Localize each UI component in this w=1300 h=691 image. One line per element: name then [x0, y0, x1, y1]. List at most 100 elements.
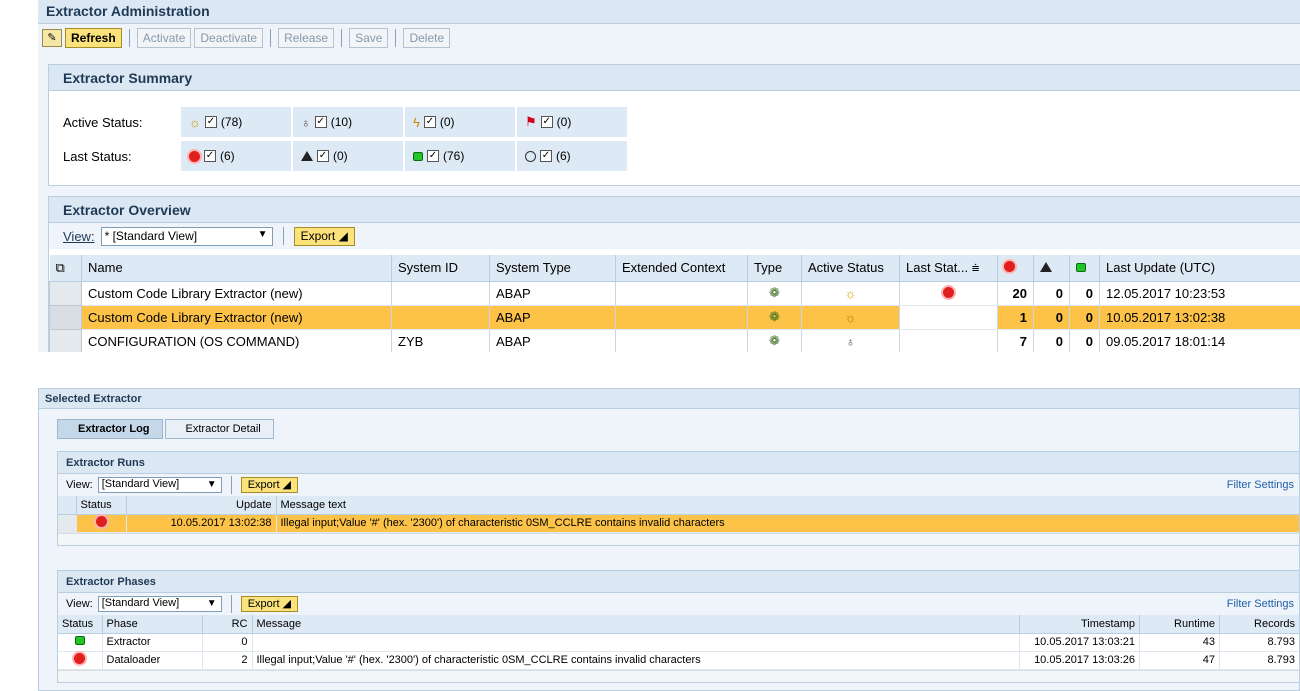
column-header[interactable]: Status	[58, 615, 103, 634]
column-header[interactable]: Active Status	[801, 255, 900, 282]
active-on-filter[interactable]: ☼ ✓ (78)	[181, 107, 293, 137]
cell-timestamp: 10.05.2017 13:03:26	[1019, 651, 1140, 670]
view-label[interactable]: View:	[63, 229, 95, 244]
table-row-selected[interactable]: 10.05.2017 13:02:38 Illegal input;Value …	[58, 514, 1299, 533]
column-header[interactable]: Records	[1219, 615, 1299, 634]
cell-last-status	[899, 281, 998, 306]
active-flag-filter[interactable]: ⚑ ✓ (0)	[517, 107, 629, 137]
table-settings-icon[interactable]: ⧉	[49, 255, 82, 282]
extractor-runs: Extractor Runs View: [Standard View] ▼ E…	[57, 451, 1299, 546]
view-select[interactable]: * [Standard View] ▼	[100, 226, 273, 246]
column-header[interactable]: Name	[81, 255, 392, 282]
table-row[interactable]: Custom Code Library Extractor (new) ABAP…	[49, 280, 1300, 306]
column-header[interactable]: System ID	[391, 255, 490, 282]
export-button[interactable]: Export ◢	[293, 226, 355, 246]
filter-settings-link[interactable]: Filter Settings	[1227, 598, 1294, 610]
checkbox[interactable]: ✓	[314, 116, 327, 128]
cell-yellow-count: 0	[1033, 329, 1070, 352]
column-header[interactable]: Message	[252, 615, 1020, 634]
cell-name: Custom Code Library Extractor (new)	[81, 281, 392, 306]
checkbox[interactable]: ✓	[427, 150, 439, 162]
active-off-filter[interactable]: ♁ ✓ (10)	[293, 107, 405, 137]
cell-system-id	[391, 281, 490, 306]
column-header[interactable]: Type	[747, 255, 802, 282]
cell-green-count: 0	[1069, 305, 1100, 330]
tab-extractor-detail[interactable]: Extractor Detail	[164, 419, 274, 439]
empty-status-icon	[525, 150, 536, 162]
row-selector[interactable]	[49, 304, 82, 330]
lightbulb-off-icon: ♁	[301, 114, 311, 130]
active-lightning-filter[interactable]: ϟ ✓ (0)	[405, 107, 517, 137]
table-row[interactable]: CONFIGURATION (OS COMMAND) ZYB ABAP ❁ ♁ …	[49, 328, 1300, 352]
checkbox[interactable]: ✓	[540, 116, 553, 128]
last-empty-filter[interactable]: ✓ (6)	[517, 141, 629, 171]
tab-extractor-log[interactable]: Extractor Log	[57, 419, 163, 439]
column-header[interactable]: Timestamp	[1019, 615, 1140, 634]
column-header[interactable]: Status	[76, 496, 127, 515]
red-status-icon	[74, 653, 86, 664]
column-header-yellow[interactable]	[1033, 255, 1070, 282]
toolbar-separator	[341, 29, 343, 47]
row-selector[interactable]	[58, 514, 77, 533]
row-selector[interactable]	[49, 328, 82, 352]
runs-table: Status Update Message text 10.05.2017 13…	[58, 496, 1299, 533]
view-value: [Standard View]	[101, 597, 180, 609]
last-yellow-filter[interactable]: ✓ (0)	[293, 141, 405, 171]
export-button[interactable]: Export ◢	[240, 596, 299, 612]
cell-phase: Dataloader	[102, 651, 203, 670]
row-selector-header[interactable]	[58, 496, 77, 515]
toolbar-separator	[282, 227, 284, 245]
horizontal-scrollbar[interactable]	[58, 669, 1299, 682]
table-row[interactable]: Dataloader 2 Illegal input;Value '#' (he…	[58, 651, 1299, 670]
last-red-filter[interactable]: ✓ (6)	[181, 141, 293, 171]
activate-button[interactable]: Activate	[136, 28, 192, 48]
delete-button[interactable]: Delete	[403, 28, 451, 48]
column-header[interactable]: System Type	[489, 255, 616, 282]
column-header[interactable]: Extended Context	[615, 255, 748, 282]
count: (10)	[330, 115, 353, 129]
column-header[interactable]: Last Stat... ⩧	[899, 255, 998, 282]
last-green-filter[interactable]: ✓ (76)	[405, 141, 517, 171]
checkbox[interactable]: ✓	[317, 150, 329, 162]
red-status-icon	[189, 150, 200, 162]
phases-title: Extractor Phases	[58, 571, 1299, 593]
column-header[interactable]: RC	[202, 615, 253, 634]
deactivate-button[interactable]: Deactivate	[194, 28, 264, 48]
cell-runtime: 47	[1139, 651, 1220, 670]
view-select[interactable]: [Standard View] ▼	[97, 596, 222, 612]
row-selector[interactable]	[49, 280, 82, 306]
column-header-red[interactable]	[997, 255, 1034, 282]
filter-settings-link[interactable]: Filter Settings	[1227, 479, 1294, 491]
table-row[interactable]: Extractor 0 10.05.2017 13:03:21 43 8.793	[58, 633, 1299, 652]
table-row-selected[interactable]: Custom Code Library Extractor (new) ABAP…	[49, 304, 1300, 330]
toolbar-separator	[270, 29, 272, 47]
column-header-green[interactable]	[1069, 255, 1100, 282]
column-header[interactable]: Last Update (UTC)	[1099, 255, 1300, 282]
extractor-summary: Extractor Summary Active Status: ☼ ✓ (78…	[48, 64, 1300, 186]
lightbulb-on-icon: ☼	[189, 114, 201, 130]
horizontal-scrollbar[interactable]	[58, 532, 1299, 545]
toolbar-separator	[230, 595, 232, 613]
abap-type-icon: ❁	[747, 329, 802, 352]
checkbox[interactable]: ✓	[540, 150, 552, 162]
column-header[interactable]: Runtime	[1139, 615, 1220, 634]
view-select[interactable]: [Standard View] ▼	[97, 477, 222, 493]
column-header[interactable]: Update	[126, 496, 277, 515]
checkbox[interactable]: ✓	[204, 116, 217, 128]
cell-last-update: 12.05.2017 10:23:53	[1099, 281, 1300, 306]
active-status-label: Active Status:	[63, 114, 143, 130]
checkbox[interactable]: ✓	[204, 150, 216, 162]
count: (0)	[333, 149, 348, 163]
column-header[interactable]: Phase	[102, 615, 203, 634]
export-button[interactable]: Export ◢	[240, 477, 299, 493]
abap-type-icon: ❁	[747, 305, 802, 330]
personalize-icon[interactable]: ✎	[42, 29, 62, 47]
refresh-button[interactable]: Refresh	[65, 28, 122, 48]
cell-message	[252, 633, 1020, 652]
release-button[interactable]: Release	[278, 28, 335, 48]
checkbox[interactable]: ✓	[423, 116, 436, 128]
cell-records: 8.793	[1219, 651, 1299, 670]
view-value: * [Standard View]	[104, 228, 198, 243]
save-button[interactable]: Save	[349, 28, 389, 48]
column-header[interactable]: Message text	[276, 496, 1299, 515]
